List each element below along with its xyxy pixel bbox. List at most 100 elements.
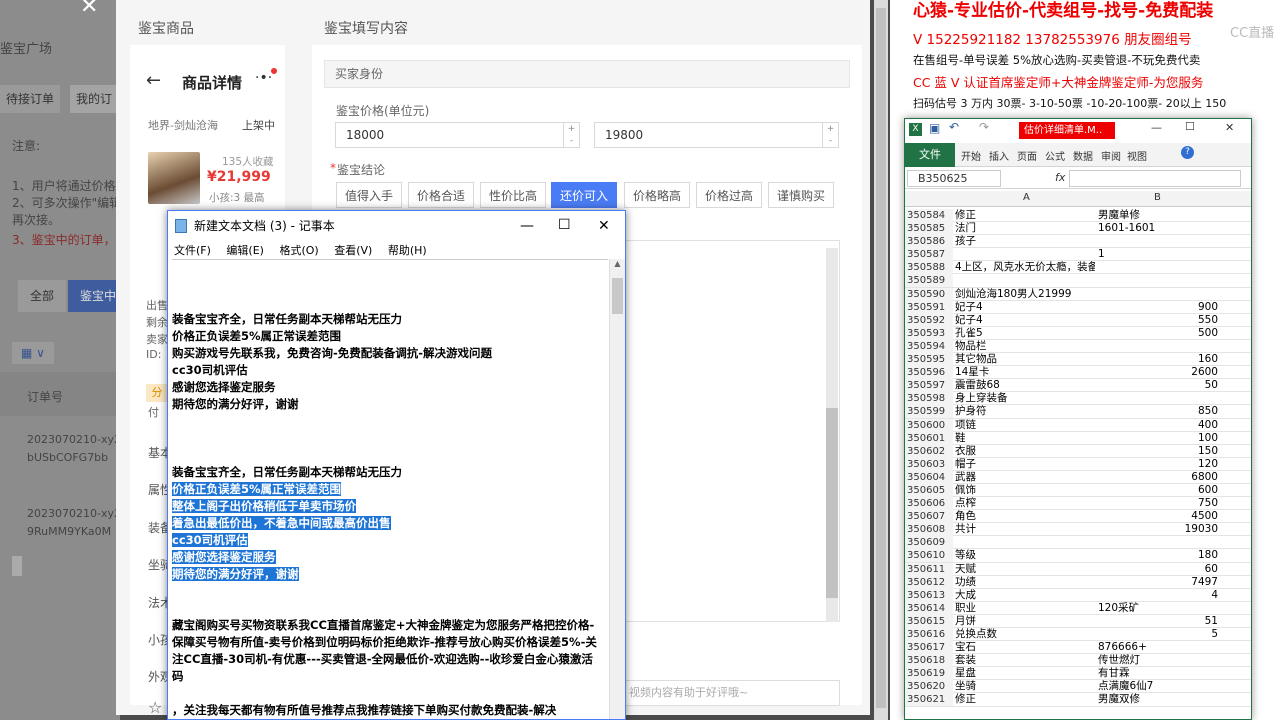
row-number[interactable]: 350606 <box>905 497 953 511</box>
table-row[interactable]: 350616 兑换点数 5 <box>905 628 1251 642</box>
table-row[interactable]: 350595 其它物品 160 <box>905 353 1251 367</box>
price-min-stepper[interactable]: + - <box>563 123 579 147</box>
cell-b[interactable]: 1601-1601 <box>1098 222 1218 235</box>
row-number[interactable]: 350603 <box>905 457 953 471</box>
cell-a[interactable]: 身上穿装备 <box>955 392 1095 405</box>
cell-b[interactable]: 750 <box>1098 497 1218 510</box>
row-number[interactable]: 350616 <box>905 628 953 641</box>
modal-close-button[interactable]: ✕ <box>80 0 98 19</box>
cell-a[interactable]: 角色 <box>955 510 1095 523</box>
cell-a[interactable]: 剑灿沧海180男人21999 <box>955 288 1095 301</box>
row-number[interactable]: 350586 <box>905 235 953 249</box>
bg-filter-all[interactable]: 全部 <box>18 280 66 312</box>
row-number[interactable]: 350596 <box>905 366 953 380</box>
table-row[interactable]: 350603 帽子 120 <box>905 457 1251 471</box>
row-number[interactable]: 350599 <box>905 405 953 419</box>
excel-grid[interactable]: 350584 修正 男魔单修 350585 法门 1601-1601 350586 孩子 350… <box>905 209 1251 707</box>
bg-filter-active[interactable]: 鉴宝中 <box>68 280 120 312</box>
row-number[interactable]: 350604 <box>905 470 953 484</box>
table-row[interactable]: 350618 套装 传世燃灯 <box>905 654 1251 668</box>
row-number[interactable]: 350610 <box>905 549 953 563</box>
cell-b[interactable]: 4500 <box>1098 510 1218 523</box>
row-number[interactable]: 350615 <box>905 614 953 628</box>
table-row[interactable]: 350620 坐骑 点满魔6仙7 <box>905 680 1251 694</box>
excel-tab-data[interactable]: 数据 <box>1073 148 1093 163</box>
cell-a[interactable]: 物品栏 <box>955 340 1095 353</box>
row-number[interactable]: 350584 <box>905 209 953 222</box>
table-row[interactable]: 350615 月饼 51 <box>905 614 1251 628</box>
table-row[interactable]: 350598 身上穿装备 <box>905 392 1251 406</box>
minimize-icon[interactable]: — <box>520 211 534 241</box>
table-row[interactable]: 350592 妃子4 550 <box>905 313 1251 327</box>
cell-b[interactable]: 850 <box>1098 405 1218 418</box>
row-number[interactable]: 350595 <box>905 353 953 367</box>
cell-b[interactable]: 7497 <box>1098 576 1218 589</box>
row-number[interactable]: 350612 <box>905 575 953 589</box>
table-row[interactable]: 350585 法门 1601-1601 <box>905 222 1251 236</box>
cell-a[interactable]: 修正 <box>955 693 1095 706</box>
price-max-stepper[interactable]: + - <box>822 123 838 147</box>
row-number[interactable]: 350618 <box>905 654 953 668</box>
cell-a[interactable]: 共计 <box>955 523 1095 536</box>
table-row[interactable]: 350594 物品栏 <box>905 339 1251 354</box>
cell-b[interactable]: 500 <box>1098 327 1218 340</box>
cell-a[interactable]: 月饼 <box>955 615 1095 628</box>
notepad-text-area[interactable]: 装备宝宝齐全，日常任务副本天梯帮站无压力 价格正负误差5%属正常误差范围 购买游… <box>172 259 608 719</box>
cell-b[interactable]: 180 <box>1098 549 1218 562</box>
row-number[interactable]: 350600 <box>905 418 953 432</box>
cell-b[interactable]: 男魔双修 <box>1098 693 1218 706</box>
cell-b[interactable]: 男魔单修 <box>1098 209 1218 222</box>
row-number[interactable]: 350593 <box>905 326 953 340</box>
cell-a[interactable]: 修正 <box>955 209 1095 222</box>
menu-view[interactable]: 查看(V) <box>334 244 372 257</box>
cell-b[interactable]: 550 <box>1098 314 1218 327</box>
row-number[interactable]: 350589 <box>905 274 953 288</box>
cell-a[interactable]: 法门 <box>955 222 1095 235</box>
cell-a[interactable]: 点榨 <box>955 497 1095 510</box>
back-arrow-icon[interactable]: ← <box>146 70 161 91</box>
price-max-input[interactable]: 19800 + - <box>594 122 839 148</box>
cell-a[interactable]: 兑换点数 <box>955 628 1095 641</box>
table-row[interactable]: 350609 <box>905 536 1251 550</box>
table-row[interactable]: 350602 衣服 150 <box>905 444 1251 458</box>
excel-formula-input[interactable] <box>1069 170 1241 187</box>
cell-a[interactable]: 宝石 <box>955 641 1095 654</box>
menu-help[interactable]: 帮助(H) <box>388 244 427 257</box>
cell-b[interactable]: 点满魔6仙7 <box>1098 680 1218 693</box>
excel-maximize-icon[interactable]: ☐ <box>1185 120 1195 133</box>
table-row[interactable]: 350596 14星卡 2600 <box>905 366 1251 380</box>
cell-a[interactable]: 项链 <box>955 419 1095 432</box>
cell-a[interactable]: 套装 <box>955 654 1095 667</box>
bg-scroll-arrow[interactable] <box>12 556 22 576</box>
conclusion-good-value[interactable]: 性价比高 <box>480 182 547 208</box>
redo-icon[interactable]: ↷ <box>979 120 989 134</box>
row-number[interactable]: 350591 <box>905 300 953 314</box>
table-row[interactable]: 350601 鞋 100 <box>905 431 1251 445</box>
cell-b[interactable]: 51 <box>1098 615 1218 628</box>
row-number[interactable]: 350607 <box>905 510 953 524</box>
menu-file[interactable]: 文件(F) <box>174 244 211 257</box>
cell-a[interactable]: 坐骑 <box>955 680 1095 693</box>
cell-b[interactable]: 400 <box>1098 419 1218 432</box>
row-number[interactable]: 350592 <box>905 313 953 327</box>
maximize-icon[interactable]: ☐ <box>558 210 571 240</box>
table-row[interactable]: 350604 武器 6800 <box>905 470 1251 484</box>
cell-b[interactable]: 1 <box>1098 248 1218 261</box>
modal-scrollbar[interactable] <box>874 0 888 720</box>
cell-a[interactable]: 其它物品 <box>955 353 1095 366</box>
row-number[interactable]: 350597 <box>905 379 953 393</box>
menu-format[interactable]: 格式(O) <box>279 244 318 257</box>
cell-b[interactable]: 600 <box>1098 484 1218 497</box>
table-row[interactable]: 350617 宝石 876666+ <box>905 641 1251 655</box>
cell-a[interactable]: 帽子 <box>955 458 1095 471</box>
cell-b[interactable]: 60 <box>1098 563 1218 576</box>
more-icon[interactable]: ·•· <box>255 70 272 86</box>
cell-a[interactable]: 天赋 <box>955 563 1095 576</box>
comment-textarea[interactable] <box>620 240 840 622</box>
excel-close-icon[interactable]: ✕ <box>1225 121 1234 134</box>
row-number[interactable]: 350614 <box>905 601 953 615</box>
excel-tab-layout[interactable]: 页面 <box>1017 148 1037 163</box>
table-row[interactable]: 350607 角色 4500 <box>905 510 1251 524</box>
table-row[interactable]: 3505884上区，风克水无价太瘾，装备宝宝齐全 <box>905 261 1251 275</box>
cell-a[interactable]: 功绩 <box>955 576 1095 589</box>
